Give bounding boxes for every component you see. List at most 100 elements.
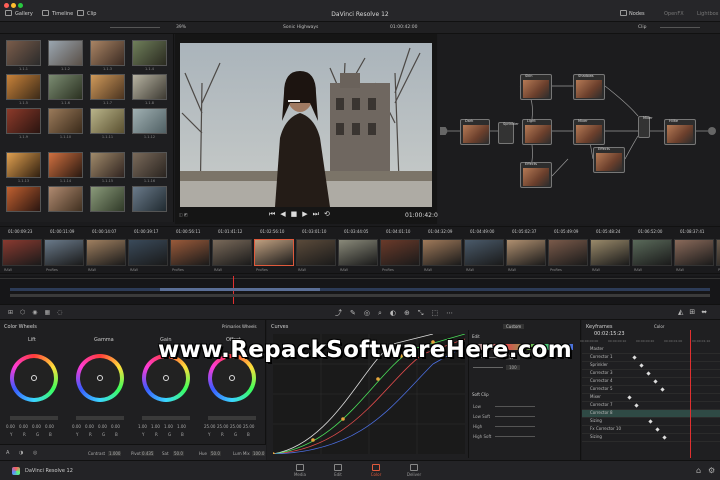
page-tab-color[interactable]: Color bbox=[366, 462, 386, 478]
color-node[interactable]: Mixer bbox=[638, 116, 653, 138]
gallery-still[interactable] bbox=[6, 152, 41, 178]
gallery-still[interactable] bbox=[6, 40, 41, 66]
selected-clip-range[interactable] bbox=[160, 288, 320, 291]
wheel-value[interactable]: 25.00 bbox=[217, 424, 228, 429]
keyframe-track-row[interactable]: Corrector 7 bbox=[582, 402, 720, 410]
gallery-still[interactable] bbox=[48, 186, 83, 212]
wheel-value[interactable]: 1.00 bbox=[151, 424, 160, 429]
wheel-value[interactable]: 0.00 bbox=[98, 424, 107, 429]
keyframe-marker[interactable] bbox=[627, 395, 632, 400]
wheel-value[interactable]: 1.00 bbox=[177, 424, 186, 429]
keyframe-marker[interactable] bbox=[646, 371, 651, 376]
wheel-handle[interactable] bbox=[229, 375, 235, 381]
gallery-still[interactable] bbox=[48, 74, 83, 100]
keyframe-track-row[interactable]: Corrector 5 bbox=[582, 386, 720, 394]
wheel-value[interactable]: 0.00 bbox=[19, 424, 28, 429]
clip-thumbnail[interactable] bbox=[674, 239, 714, 266]
openfx-tab[interactable]: OpenFX bbox=[664, 11, 684, 17]
low-soft-slider[interactable] bbox=[495, 416, 535, 417]
keyframe-marker[interactable] bbox=[653, 379, 658, 384]
keyframe-marker[interactable] bbox=[639, 363, 644, 368]
palette-right-tools[interactable]: ◭⊞⬌ bbox=[678, 308, 713, 316]
clip-thumbnail[interactable] bbox=[212, 239, 252, 266]
master-wheel-slider[interactable] bbox=[208, 416, 256, 420]
page-tab-edit[interactable]: Edit bbox=[328, 462, 348, 478]
keyframe-marker[interactable] bbox=[632, 355, 637, 360]
clip-thumbnail[interactable] bbox=[296, 239, 336, 266]
color-node[interactable]: Hilite bbox=[664, 119, 696, 145]
wheel-value[interactable]: 0.00 bbox=[85, 424, 94, 429]
wheel-value[interactable]: 0.00 bbox=[32, 424, 41, 429]
keyframe-marker[interactable] bbox=[660, 387, 665, 392]
color-node[interactable]: Mixer bbox=[573, 119, 605, 145]
clip-thumbnail[interactable] bbox=[338, 239, 378, 266]
nodes-tab[interactable]: Nodes bbox=[629, 11, 645, 17]
gallery-still[interactable] bbox=[90, 74, 125, 100]
wheel-handle[interactable] bbox=[31, 375, 37, 381]
wheel-value[interactable]: 25.00 bbox=[230, 424, 241, 429]
color-wheel[interactable] bbox=[76, 354, 124, 402]
curve-intensity-slider-2[interactable] bbox=[473, 367, 503, 368]
color-node[interactable]: Dark bbox=[460, 119, 490, 145]
color-node[interactable]: Effects bbox=[593, 147, 625, 173]
color-node[interactable]: Skin bbox=[520, 74, 552, 100]
gallery-still[interactable] bbox=[132, 186, 167, 212]
master-wheel-slider[interactable] bbox=[76, 416, 124, 420]
high-soft-slider[interactable] bbox=[495, 436, 535, 437]
wheel-handle[interactable] bbox=[163, 375, 169, 381]
gallery-still[interactable] bbox=[48, 152, 83, 178]
keyframe-track-row[interactable]: Mixer bbox=[582, 394, 720, 402]
keyframe-track-row[interactable]: Corrector 1 bbox=[582, 354, 720, 362]
curve-intensity-value-2[interactable]: 100 bbox=[506, 365, 520, 370]
page-tab-deliver[interactable]: Deliver bbox=[404, 462, 424, 478]
home-icon[interactable]: ⌂ bbox=[696, 466, 701, 475]
wheel-value[interactable]: 0.00 bbox=[111, 424, 120, 429]
wheel-value[interactable]: 0.00 bbox=[45, 424, 54, 429]
palette-left-tools[interactable]: ⊞⬡◉▦◌ bbox=[8, 309, 69, 316]
keyframe-playhead[interactable] bbox=[690, 330, 691, 458]
minimize-window-button[interactable] bbox=[11, 3, 16, 8]
clip-thumbnail[interactable] bbox=[632, 239, 672, 266]
transport-controls[interactable]: ⏮◀■▶⏭⟲ bbox=[269, 210, 335, 219]
wheel-value[interactable]: 1.00 bbox=[138, 424, 147, 429]
gallery-still[interactable] bbox=[90, 40, 125, 66]
sat-value[interactable]: 50.0 bbox=[173, 451, 184, 456]
color-wheel[interactable] bbox=[10, 354, 58, 402]
gallery-still[interactable] bbox=[48, 108, 83, 134]
color-node[interactable]: Light bbox=[522, 119, 552, 145]
wheels-footer-tools[interactable]: A ◑ ◎ bbox=[6, 450, 41, 456]
clip-thumbnail[interactable] bbox=[380, 239, 420, 266]
gallery-still[interactable] bbox=[6, 186, 41, 212]
clip-thumbnail[interactable] bbox=[86, 239, 126, 266]
gallery-still[interactable] bbox=[6, 74, 41, 100]
keyframe-track-row[interactable]: Corrector 3 bbox=[582, 370, 720, 378]
keyframe-track-row[interactable]: Sprinkler bbox=[582, 362, 720, 370]
clip-thumbnail[interactable] bbox=[170, 239, 210, 266]
lightbox-tab[interactable]: Lightbox bbox=[697, 11, 719, 17]
gallery-still[interactable] bbox=[90, 186, 125, 212]
clip-thumbnail[interactable] bbox=[590, 239, 630, 266]
keyframe-track-row[interactable]: Sizing bbox=[582, 434, 720, 442]
keyframe-marker[interactable] bbox=[655, 427, 660, 432]
gallery-still[interactable] bbox=[90, 108, 125, 134]
timeline-name[interactable]: Sonic Highways bbox=[283, 25, 318, 30]
node-zoom-slider[interactable] bbox=[660, 27, 700, 28]
low-slider[interactable] bbox=[495, 406, 535, 407]
wheel-value[interactable]: 0.00 bbox=[6, 424, 15, 429]
high-slider[interactable] bbox=[495, 426, 535, 427]
wheel-value[interactable]: 1.00 bbox=[164, 424, 173, 429]
gallery-size-slider[interactable] bbox=[110, 27, 160, 28]
gallery-still[interactable] bbox=[132, 40, 167, 66]
wheel-handle[interactable] bbox=[97, 375, 103, 381]
settings-icon[interactable]: ⚙ bbox=[708, 466, 715, 475]
clip-thumbnail[interactable] bbox=[422, 239, 462, 266]
gallery-still[interactable] bbox=[90, 152, 125, 178]
gallery-still[interactable] bbox=[132, 74, 167, 100]
clip-thumbnail[interactable] bbox=[2, 239, 42, 266]
hue-value[interactable]: 50.0 bbox=[210, 451, 221, 456]
keyframe-track-row[interactable]: Sizing bbox=[582, 418, 720, 426]
master-wheel-slider[interactable] bbox=[142, 416, 190, 420]
color-node[interactable]: Sprinkler bbox=[498, 122, 519, 144]
clip-thumbnail[interactable] bbox=[44, 239, 84, 266]
keyframe-marker[interactable] bbox=[634, 403, 639, 408]
